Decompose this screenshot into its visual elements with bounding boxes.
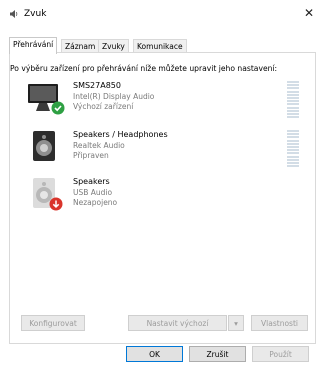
- device-name: Speakers: [73, 177, 110, 186]
- device-list[interactable]: SMS27A850 Intel(R) Display Audio Výchozí…: [17, 81, 307, 301]
- device-driver: Intel(R) Display Audio: [73, 92, 155, 101]
- volume-meter: [287, 130, 299, 170]
- device-status: Výchozí zařízení: [73, 102, 134, 111]
- volume-meter: [287, 81, 299, 121]
- monitor-icon: [27, 81, 69, 119]
- close-icon[interactable]: ✕: [304, 6, 314, 20]
- window-title: Zvuk: [24, 9, 47, 19]
- tab-recording[interactable]: Záznam: [61, 39, 100, 53]
- default-check-icon: [51, 101, 65, 115]
- speaker-icon: [27, 177, 69, 215]
- speaker-icon: [27, 130, 69, 168]
- set-default-dropdown-button[interactable]: ▾: [228, 315, 244, 331]
- properties-button[interactable]: Vlastnosti: [251, 315, 308, 331]
- apply-button[interactable]: Použít: [252, 346, 309, 362]
- device-name: SMS27A850: [73, 81, 121, 90]
- device-driver: Realtek Audio: [73, 141, 125, 150]
- tab-communications[interactable]: Komunikace: [133, 39, 187, 53]
- speaker-icon: [9, 9, 19, 19]
- device-name: Speakers / Headphones: [73, 130, 168, 139]
- title-bar: Zvuk ✕: [0, 0, 323, 28]
- sound-dialog: Zvuk ✕ Přehrávání Záznam Zvuky Komunikac…: [0, 0, 323, 366]
- device-item[interactable]: Speakers USB Audio Nezapojeno: [17, 177, 307, 219]
- instruction-text: Po výběru zařízení pro přehrávání níže m…: [10, 64, 278, 73]
- cancel-button[interactable]: Zrušit: [189, 346, 246, 362]
- tab-playback[interactable]: Přehrávání: [9, 37, 58, 54]
- configure-button[interactable]: Konfigurovat: [21, 315, 85, 331]
- tab-sounds[interactable]: Zvuky: [98, 39, 129, 53]
- device-status: Nezapojeno: [73, 198, 118, 207]
- device-item[interactable]: Speakers / Headphones Realtek Audio Přip…: [17, 130, 307, 172]
- device-driver: USB Audio: [73, 188, 113, 197]
- ok-button[interactable]: OK: [126, 346, 183, 362]
- device-item[interactable]: SMS27A850 Intel(R) Display Audio Výchozí…: [17, 81, 307, 123]
- set-default-button[interactable]: Nastavit výchozí: [128, 315, 227, 331]
- device-status: Připraven: [73, 151, 109, 160]
